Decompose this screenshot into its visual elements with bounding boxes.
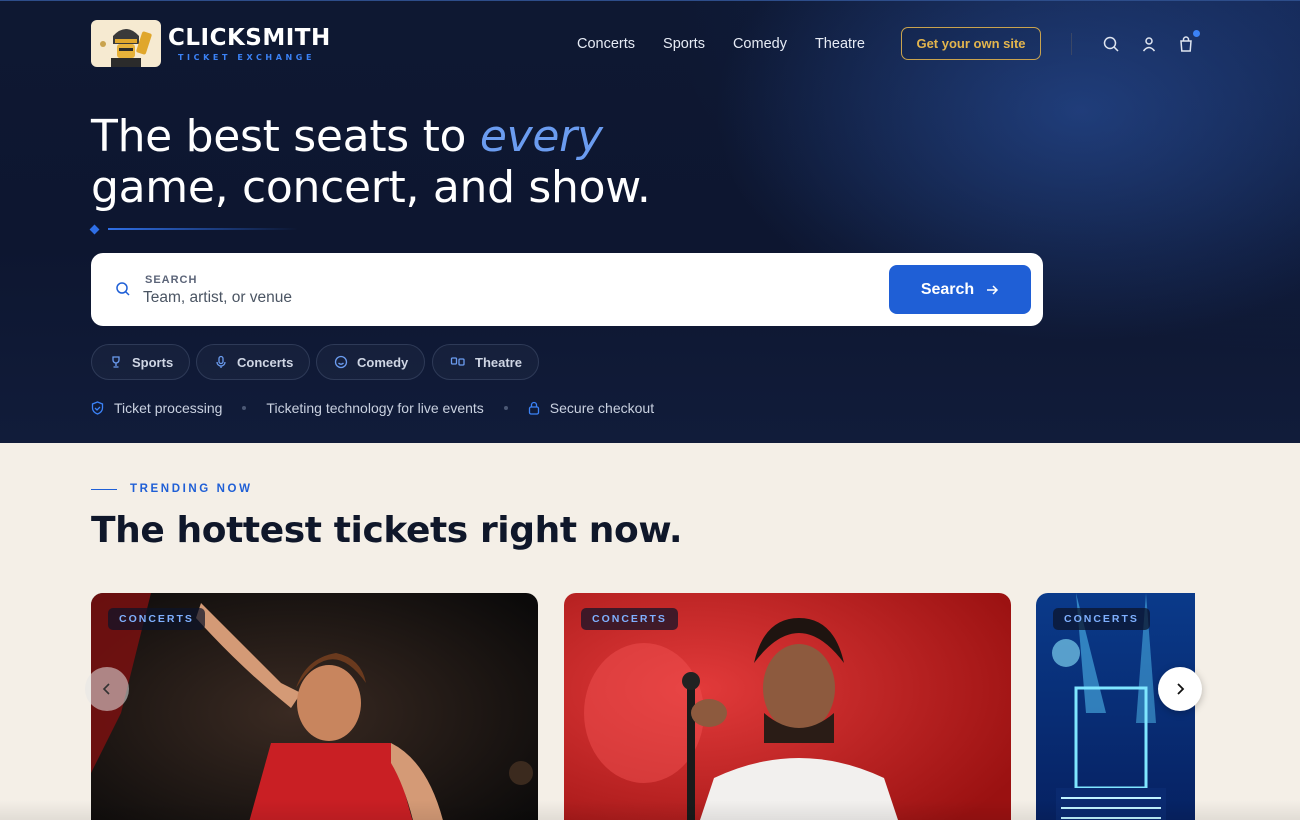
section-eyebrow: TRENDING NOW bbox=[91, 483, 253, 495]
trending-carousel: CONCERTS CONCERTS CONCERTS bbox=[91, 593, 1195, 820]
headline-accent: every bbox=[479, 111, 603, 162]
chip-label: Comedy bbox=[357, 354, 409, 370]
separator-dot bbox=[503, 406, 508, 410]
theatre-icon bbox=[450, 355, 466, 369]
chevron-left-icon bbox=[101, 682, 113, 696]
brand-name: CLICKSMITH bbox=[168, 25, 331, 51]
headline-text-2: game, concert, and show. bbox=[91, 162, 651, 213]
search-label: SEARCH bbox=[145, 274, 198, 286]
decorative-line bbox=[108, 228, 298, 230]
separator-dot bbox=[242, 406, 247, 410]
search-icon[interactable] bbox=[1102, 35, 1120, 53]
trophy-icon bbox=[109, 355, 123, 369]
brand-tagline: TICKET EXCHANGE bbox=[178, 53, 316, 62]
knight-mascot-logo-icon bbox=[91, 20, 161, 67]
event-card[interactable]: CONCERTS bbox=[564, 593, 1011, 820]
nav-link-concerts[interactable]: Concerts bbox=[577, 35, 635, 53]
main-nav: Concerts Sports Comedy Theatre bbox=[577, 35, 893, 53]
nav-link-sports[interactable]: Sports bbox=[663, 35, 705, 53]
hero-headline: The best seats to every game, concert, a… bbox=[91, 111, 651, 213]
search-button[interactable]: Search bbox=[889, 265, 1031, 314]
search-bar: SEARCH Search bbox=[91, 253, 1043, 326]
search-button-label: Search bbox=[920, 280, 975, 298]
event-card[interactable]: CONCERTS bbox=[91, 593, 538, 820]
arrow-right-icon bbox=[985, 283, 999, 297]
carousel-next-button[interactable] bbox=[1158, 667, 1202, 711]
chip-label: Sports bbox=[132, 354, 174, 370]
microphone-icon bbox=[214, 355, 228, 369]
category-badge: CONCERTS bbox=[581, 608, 678, 630]
chip-label: Theatre bbox=[475, 354, 522, 370]
carousel-prev-button[interactable] bbox=[85, 667, 129, 711]
search-input[interactable] bbox=[143, 287, 843, 309]
get-your-own-site-button[interactable]: Get your own site bbox=[901, 27, 1041, 60]
trust-strip: Ticket processing Ticketing technology f… bbox=[91, 400, 654, 416]
cart-notification-badge bbox=[1193, 30, 1200, 37]
chip-concerts[interactable]: Concerts bbox=[196, 344, 311, 380]
section-title: The hottest tickets right now. bbox=[91, 510, 683, 551]
search-icon bbox=[115, 281, 131, 302]
cart-icon[interactable] bbox=[1177, 35, 1195, 53]
brand-logo[interactable]: CLICKSMITH TICKET EXCHANGE bbox=[91, 20, 331, 67]
category-badge: CONCERTS bbox=[1053, 608, 1150, 630]
trust-item: Secure checkout bbox=[549, 400, 655, 416]
decorative-diamond bbox=[89, 224, 100, 235]
chip-comedy[interactable]: Comedy bbox=[316, 344, 426, 380]
trust-item: Ticket processing bbox=[114, 400, 223, 416]
headline-text-1: The best seats to bbox=[91, 111, 480, 162]
trust-item: Ticketing technology for live events bbox=[266, 400, 484, 416]
chevron-right-icon bbox=[1174, 682, 1186, 696]
chip-theatre[interactable]: Theatre bbox=[432, 344, 539, 380]
nav-link-theatre[interactable]: Theatre bbox=[815, 35, 865, 53]
user-icon[interactable] bbox=[1140, 35, 1158, 53]
chip-label: Concerts bbox=[237, 354, 294, 370]
shield-check-icon bbox=[91, 401, 104, 415]
header-divider bbox=[1071, 33, 1072, 55]
eyebrow-label: TRENDING NOW bbox=[130, 483, 253, 495]
lock-icon bbox=[528, 401, 540, 415]
hero-section: CLICKSMITH TICKET EXCHANGE Concerts Spor… bbox=[0, 0, 1300, 443]
smiley-icon bbox=[334, 355, 348, 369]
category-badge: CONCERTS bbox=[108, 608, 205, 630]
nav-link-comedy[interactable]: Comedy bbox=[733, 35, 787, 53]
eyebrow-line bbox=[91, 488, 117, 490]
chip-sports[interactable]: Sports bbox=[91, 344, 191, 380]
